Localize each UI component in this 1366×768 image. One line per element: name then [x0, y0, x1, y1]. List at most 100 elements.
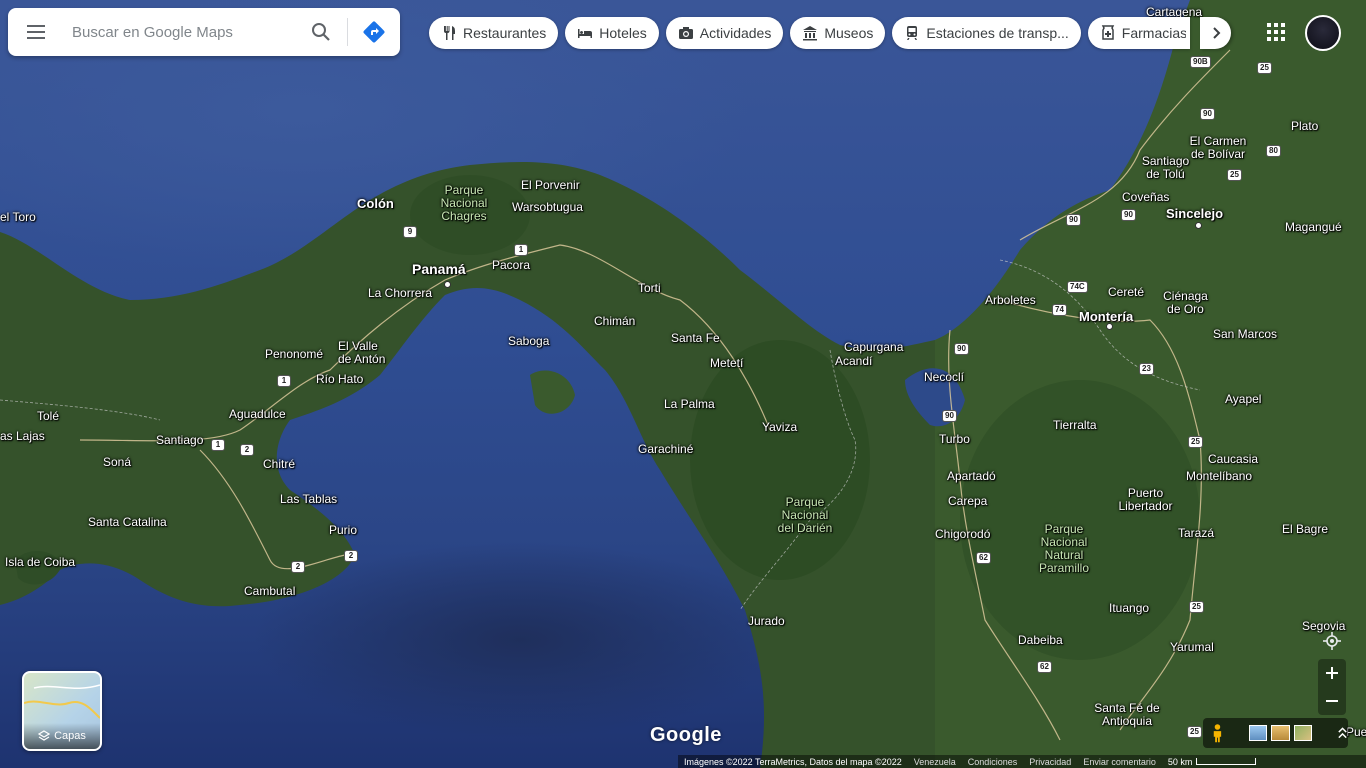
place-purio[interactable]: Purio: [329, 524, 357, 537]
place-las-tablas[interactable]: Las Tablas: [280, 493, 337, 506]
privacy-link[interactable]: Privacidad: [1029, 757, 1071, 767]
place-warsobtugua[interactable]: Warsobtugua: [512, 201, 583, 214]
place-santa-fe-antioquia[interactable]: Santa Fé de Antioquia: [1087, 702, 1167, 728]
google-apps-button[interactable]: [1262, 18, 1290, 46]
place-la-palma[interactable]: La Palma: [664, 398, 715, 411]
place-el-porvenir[interactable]: El Porvenir: [521, 179, 580, 192]
place-puerto-libertador[interactable]: Puerto Libertador: [1118, 487, 1173, 513]
place-pacora[interactable]: Pacora: [492, 259, 530, 272]
place-tole[interactable]: Tolé: [37, 410, 59, 423]
place-puerto[interactable]: Puer: [1346, 726, 1366, 739]
chevrons-up-icon[interactable]: [1337, 726, 1348, 740]
feedback-link[interactable]: Enviar comentario: [1083, 757, 1156, 767]
place-turbo[interactable]: Turbo: [939, 433, 970, 446]
place-jurado[interactable]: Jurado: [748, 615, 785, 628]
place-tierralta[interactable]: Tierralta: [1053, 419, 1097, 432]
place-santa-catalina[interactable]: Santa Catalina: [88, 516, 167, 529]
pharmacy-icon: [1101, 25, 1115, 40]
place-rio-hato[interactable]: Río Hato: [316, 373, 363, 386]
chip-hoteles[interactable]: Hoteles: [565, 17, 659, 49]
chips-scroll-right-button[interactable]: [1200, 17, 1231, 49]
search-input[interactable]: [64, 12, 301, 52]
account-avatar[interactable]: [1305, 15, 1341, 51]
place-monteria[interactable]: Montería: [1079, 310, 1133, 323]
place-dabeiba[interactable]: Dabeiba: [1018, 634, 1063, 647]
chip-label: Restaurantes: [463, 25, 547, 41]
chip-actividades[interactable]: Actividades: [665, 17, 784, 49]
place-penonome[interactable]: Penonomé: [265, 348, 323, 361]
layers-button[interactable]: Capas: [22, 671, 102, 751]
search-button[interactable]: [301, 8, 341, 56]
chip-estaciones[interactable]: Estaciones de transp...: [892, 17, 1081, 49]
place-cambutal[interactable]: Cambutal: [244, 585, 295, 598]
chip-farmacias[interactable]: Farmacias: [1087, 17, 1190, 49]
chevron-right-icon: [1212, 27, 1220, 39]
place-la-chorrera[interactable]: La Chorrera: [368, 287, 432, 300]
place-arboletes[interactable]: Arboletes: [985, 294, 1036, 307]
place-sona[interactable]: Soná: [103, 456, 131, 469]
place-ayapel[interactable]: Ayapel: [1225, 393, 1261, 406]
place-yaviza[interactable]: Yaviza: [762, 421, 797, 434]
country-link[interactable]: Venezuela: [914, 757, 956, 767]
route-shield: 90: [1066, 214, 1081, 226]
place-santiago[interactable]: Santiago: [156, 434, 203, 447]
place-chitre[interactable]: Chitré: [263, 458, 295, 471]
pegman-icon[interactable]: [1211, 723, 1224, 743]
place-las-lajas[interactable]: as Lajas: [0, 430, 45, 443]
park-darien[interactable]: Parque Nacional del Darién: [772, 496, 838, 535]
place-meteti[interactable]: Metetí: [710, 357, 743, 370]
place-el-carmen[interactable]: El Carmen de Bolívar: [1188, 135, 1248, 161]
place-acandi[interactable]: Acandí: [835, 355, 872, 368]
place-chiman[interactable]: Chimán: [594, 315, 635, 328]
place-chigorodo[interactable]: Chigorodó: [935, 528, 990, 541]
zoom-out-button[interactable]: [1318, 687, 1346, 715]
map-canvas[interactable]: el Toro Colón Panamá El Porvenir Warsobt…: [0, 0, 1366, 768]
chip-label: Museos: [824, 25, 874, 41]
place-torti[interactable]: Torti: [638, 282, 661, 295]
place-cienaga-oro[interactable]: Ciénaga de Oro: [1158, 290, 1213, 316]
place-santa-fe[interactable]: Santa Fe: [671, 332, 720, 345]
place-aguadulce[interactable]: Aguadulce: [229, 408, 286, 421]
place-el-bagre[interactable]: El Bagre: [1282, 523, 1328, 536]
imagery-thumbnail-3[interactable]: [1293, 725, 1313, 741]
route-shield: 90B: [1190, 56, 1211, 68]
place-capurgana[interactable]: Capurgana: [844, 341, 903, 354]
menu-button[interactable]: [8, 8, 64, 56]
place-bocas-del-toro[interactable]: el Toro: [0, 211, 36, 224]
place-isla-coiba[interactable]: Isla de Coiba: [5, 556, 75, 569]
place-carepa[interactable]: Carepa: [948, 495, 987, 508]
place-plato[interactable]: Plato: [1291, 120, 1318, 133]
place-ituango[interactable]: Ituango: [1109, 602, 1149, 615]
place-taraza[interactable]: Tarazá: [1178, 527, 1214, 540]
place-magangue[interactable]: Magangué: [1285, 221, 1342, 234]
terms-link[interactable]: Condiciones: [968, 757, 1018, 767]
place-montelibano[interactable]: Montelíbano: [1186, 470, 1252, 483]
place-garachine[interactable]: Garachiné: [638, 443, 693, 456]
directions-button[interactable]: [354, 8, 394, 56]
place-caucasia[interactable]: Caucasia: [1208, 453, 1258, 466]
place-yarumal[interactable]: Yarumal: [1170, 641, 1214, 654]
place-panama[interactable]: Panamá: [412, 262, 466, 276]
imagery-thumbnail-1[interactable]: [1248, 725, 1268, 741]
place-saboga[interactable]: Saboga: [508, 335, 549, 348]
place-el-valle[interactable]: El Valle de Antón: [338, 340, 393, 366]
place-santiago-tolu[interactable]: Santiago de Tolú: [1138, 155, 1193, 181]
place-colon[interactable]: Colón: [357, 197, 394, 210]
place-sincelejo[interactable]: Sincelejo: [1166, 207, 1223, 220]
chip-restaurantes[interactable]: Restaurantes: [429, 17, 559, 49]
place-covenas[interactable]: Coveñas: [1122, 191, 1169, 204]
scale-control[interactable]: 50 km: [1168, 757, 1257, 767]
imagery-thumbnail-2[interactable]: [1271, 725, 1290, 741]
map-footer: Imágenes ©2022 TerraMetrics, Datos del m…: [678, 755, 1366, 768]
route-shield: 25: [1188, 436, 1203, 448]
place-apartado[interactable]: Apartadó: [947, 470, 996, 483]
place-necocli[interactable]: Necoclí: [924, 371, 964, 384]
chip-museos[interactable]: Museos: [790, 17, 886, 49]
zoom-in-button[interactable]: [1318, 659, 1346, 687]
park-paramillo[interactable]: Parque Nacional Natural Paramillo: [1032, 523, 1096, 575]
my-location-button[interactable]: [1318, 627, 1346, 655]
place-cerete[interactable]: Cereté: [1108, 286, 1144, 299]
route-shield: 2: [291, 561, 305, 573]
park-chagres[interactable]: Parque Nacional Chagres: [433, 184, 495, 223]
place-san-marcos[interactable]: San Marcos: [1213, 328, 1277, 341]
